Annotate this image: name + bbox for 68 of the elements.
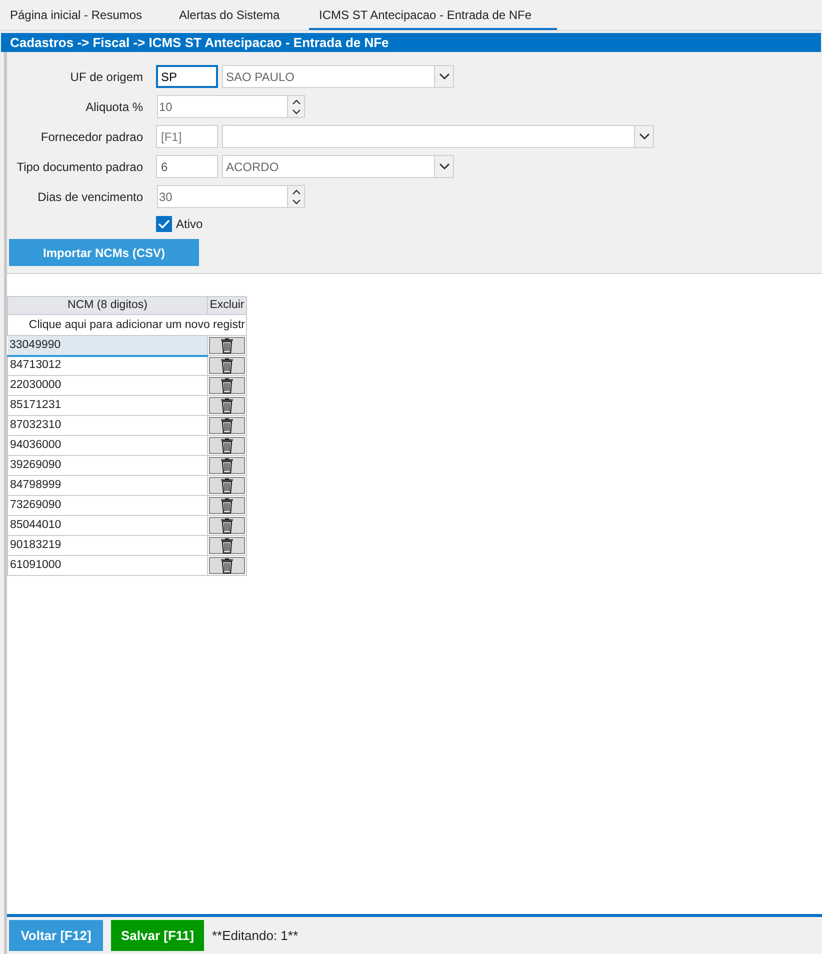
trash-icon [220,438,234,454]
checkbox[interactable] [156,216,172,232]
ncm-cell[interactable]: 84713012 [8,356,208,376]
ncm-cell[interactable]: 85171231 [8,396,208,416]
number-field[interactable]: 10 [157,95,305,118]
tab[interactable]: ICMS ST Antecipacao - Entrada de NFe [309,2,557,30]
delete-button[interactable] [209,557,245,574]
code-field[interactable]: [F1] [156,125,218,148]
save-button[interactable]: Salvar [F11] [111,920,204,951]
delete-button[interactable] [209,377,245,394]
dropdown-toggle[interactable] [434,66,453,87]
trash-icon [220,478,234,494]
field-label: UF de origem [69,68,143,86]
chevron-down-icon [638,133,650,140]
ncm-cell[interactable]: 87032310 [8,416,208,436]
new-row-prompt[interactable]: Clique aqui para adicionar um novo registr [8,314,246,336]
delete-button[interactable] [209,497,245,514]
delete-button[interactable] [209,397,245,414]
field-label: Dias de vencimento [36,188,143,206]
delete-button[interactable] [209,417,245,434]
ncm-cell[interactable]: 94036000 [8,436,208,456]
ncm-cell[interactable]: 84798999 [8,476,208,496]
delete-button[interactable] [209,457,245,474]
delete-button[interactable] [209,337,245,354]
ncm-cell[interactable]: 73269090 [8,496,208,516]
trash-icon [220,378,234,394]
column-header[interactable]: NCM (8 digitos) [8,296,208,315]
delete-button[interactable] [209,477,245,494]
dropdown-field[interactable] [222,125,654,148]
ncm-cell[interactable]: 33049990 [8,336,208,356]
chevron-down-icon [438,73,450,80]
ncm-cell[interactable]: 85044010 [8,516,208,536]
chevron-down-icon [438,163,450,170]
trash-icon [220,338,234,354]
field-label: Aliquota % [84,98,143,116]
ncm-cell[interactable]: 22030000 [8,376,208,396]
dropdown-toggle[interactable] [634,126,653,147]
delete-button[interactable] [209,517,245,534]
trash-icon [220,498,234,514]
trash-icon [220,558,234,574]
ncm-cell[interactable]: 61091000 [8,556,208,576]
field-label: Ativo [176,216,203,232]
column-header[interactable]: Excluir [208,296,246,315]
delete-button[interactable] [209,357,245,374]
delete-button[interactable] [209,437,245,454]
tab[interactable]: Página inicial - Resumos [0,2,165,30]
breadcrumb-bar: Cadastros -> Fiscal -> ICMS ST Antecipacao - Entrada de NFe [1,33,821,52]
spin-arrows-icon [292,188,300,204]
dropdown-toggle[interactable] [434,156,453,177]
ncm-cell[interactable]: 39269090 [8,456,208,476]
spin-arrows-icon [292,98,300,114]
status-text: **Editando: 1** [212,926,298,945]
dropdown-field[interactable]: ACORDO [222,155,454,178]
code-field[interactable]: 6 [156,155,218,178]
trash-icon [220,398,234,414]
code-field[interactable]: SP [156,65,218,88]
trash-icon [220,518,234,534]
ncm-cell[interactable]: 90183219 [8,536,208,556]
field-label: Tipo documento padrao [16,158,143,176]
dropdown-field[interactable]: SAO PAULO [222,65,454,88]
number-field[interactable]: 30 [157,185,305,208]
field-label: Fornecedor padrao [40,128,143,146]
delete-button[interactable] [209,537,245,554]
trash-icon [220,458,234,474]
trash-icon [220,538,234,554]
trash-icon [220,418,234,434]
trash-icon [220,358,234,374]
tab[interactable]: Alertas do Sistema [169,2,305,30]
